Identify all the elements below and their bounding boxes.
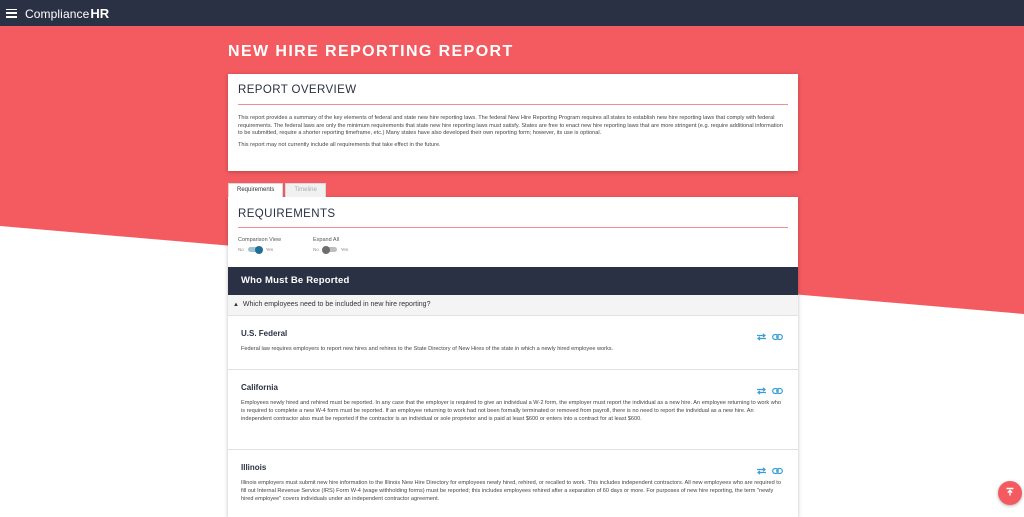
toggle-off-label: No (313, 247, 319, 252)
brand-logo[interactable]: Compliance HR (25, 6, 109, 21)
overview-paragraph: This report provides a summary of the ke… (238, 115, 783, 136)
tab-requirements[interactable]: Requirements (228, 183, 284, 197)
jurisdiction-entry-federal: U.S. Federal Federal law requires employ… (228, 316, 798, 370)
chain-link-icon[interactable] (772, 462, 783, 480)
jurisdiction-name: U.S. Federal (241, 329, 288, 338)
toggle-on-label: Yes (265, 247, 274, 252)
report-tabs: Requirements Timeline (228, 183, 328, 197)
overview-paragraph: This report may not currently include al… (238, 141, 441, 148)
view-toggles: Comparison View No Yes Expand All No Yes (238, 237, 380, 254)
question-text: Which employees need to be included in n… (242, 301, 431, 308)
brand-text-light: Compliance (25, 6, 90, 21)
toggle-on-label: Yes (340, 247, 349, 252)
jurisdiction-name: Illinois (241, 463, 267, 472)
scroll-to-top-button[interactable] (998, 481, 1022, 505)
section-header-who-must-be-reported: Who Must Be Reported (228, 267, 798, 295)
overview-divider (238, 104, 788, 105)
expand-all-label: Expand All (313, 237, 340, 243)
page-title: NEW HIRE REPORTING REPORT (228, 43, 514, 60)
overview-heading: REPORT OVERVIEW (238, 84, 357, 96)
top-navigation-bar: Compliance HR (0, 0, 1024, 26)
hamburger-menu-icon[interactable] (6, 8, 17, 18)
expand-all-switch[interactable] (321, 245, 337, 254)
swap-arrows-icon[interactable] (756, 328, 767, 346)
jurisdiction-text: Employees newly hired and rehired must b… (241, 400, 781, 422)
overview-text: This report provides a summary of the ke… (238, 115, 784, 153)
requirements-divider (238, 227, 788, 228)
chevron-up-icon: ▲ (233, 302, 239, 308)
swap-arrows-icon[interactable] (756, 382, 767, 400)
comparison-view-toggle-group: Comparison View No Yes (238, 237, 282, 254)
jurisdiction-name: California (241, 383, 278, 392)
jurisdiction-entry-california: California Employees newly hired and reh… (228, 370, 798, 450)
comparison-view-switch[interactable] (247, 245, 263, 254)
scroll-to-top-icon (1005, 484, 1015, 502)
jurisdiction-text: Illinois employers must submit new hire … (241, 480, 781, 502)
jurisdiction-entry-illinois: Illinois Illinois employers must submit … (228, 450, 798, 517)
expand-all-toggle-group: Expand All No Yes (313, 237, 349, 254)
toggle-off-label: No (238, 247, 244, 252)
swap-arrows-icon[interactable] (756, 462, 767, 480)
brand-text-bold: HR (90, 5, 110, 21)
jurisdiction-text: Federal law requires employers to report… (241, 346, 614, 352)
tab-timeline[interactable]: Timeline (285, 183, 326, 197)
chain-link-icon[interactable] (772, 328, 783, 346)
question-accordion-header[interactable]: ▲ Which employees need to be included in… (228, 295, 798, 316)
requirements-card: REQUIREMENTS Comparison View No Yes Expa… (228, 197, 798, 517)
requirements-heading: REQUIREMENTS (238, 208, 336, 220)
chain-link-icon[interactable] (772, 382, 783, 400)
report-overview-card: REPORT OVERVIEW This report provides a s… (228, 74, 798, 171)
comparison-view-label: Comparison View (238, 237, 282, 243)
